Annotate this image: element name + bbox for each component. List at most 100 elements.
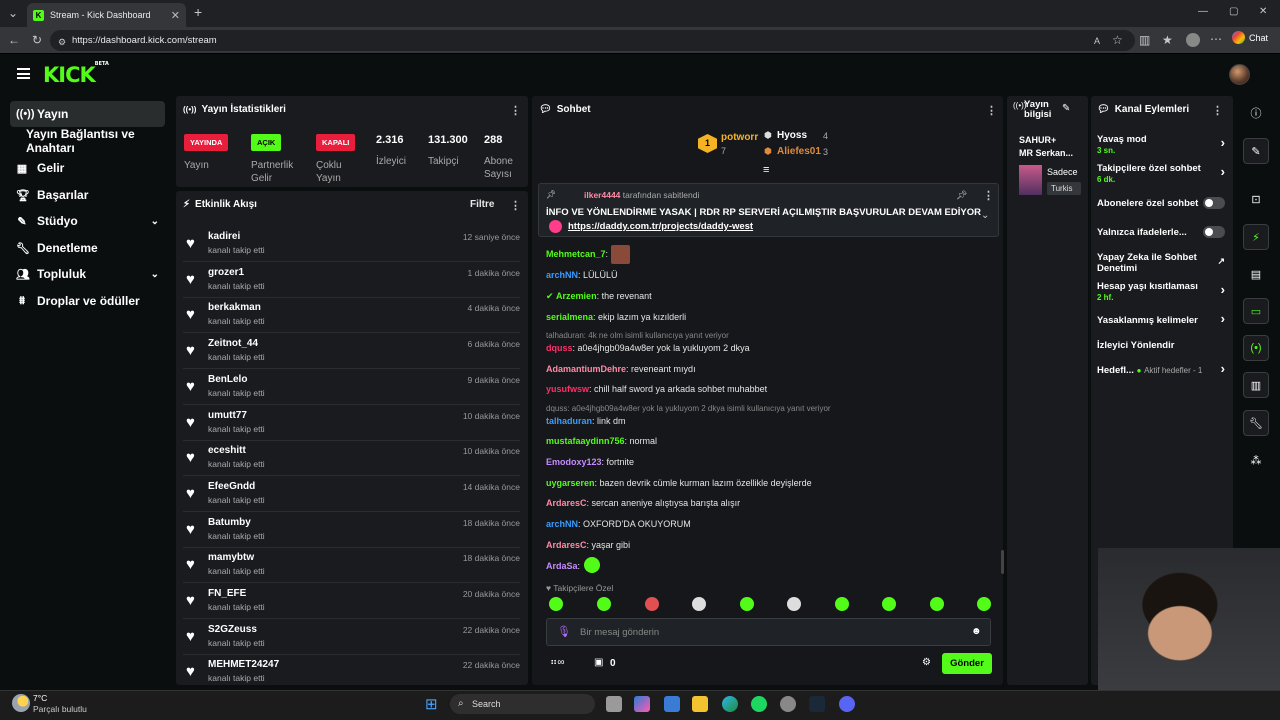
activity-username[interactable]: BenLelo [208,374,247,385]
profile-icon[interactable] [1186,33,1200,47]
spotify-icon[interactable] [751,696,767,712]
kick-logo[interactable]: KICKBETA [43,61,109,87]
sidebar-item-denetleme[interactable]: 🔧︎ Denetleme [10,235,165,261]
obs-icon[interactable] [780,696,796,712]
sidebar-item-gelir[interactable]: ▦ Gelir [10,155,165,181]
emote-icon[interactable] [645,597,659,611]
activity-username[interactable]: grozer1 [208,267,244,278]
chat-username[interactable]: archNN [546,519,578,529]
edit-stream-icon[interactable]: ✎ [1062,103,1070,114]
close-tab-icon[interactable]: ✕ [171,9,180,22]
copilot-chat-button[interactable]: Chat [1232,31,1268,44]
discord-icon[interactable] [839,696,855,712]
emote-icon[interactable] [740,597,754,611]
favorite-icon[interactable]: ☆ [1112,34,1123,46]
third-gifter-name[interactable]: Aliefes01 [777,146,821,157]
minimize-icon[interactable]: — [1198,6,1208,18]
chat-username[interactable]: Mehmetcan_7 [546,249,606,259]
emote-icon[interactable] [977,597,991,611]
sidebar-item-topluluk[interactable]: 👥︎ Topluluk ⌄ [10,261,165,287]
sidebar-item-stream-key[interactable]: Yayın Bağlantısı ve Anahtarı [10,127,165,155]
emote-icon[interactable] [930,597,944,611]
subscribers-only-toggle[interactable] [1203,197,1225,209]
screenshot-icon[interactable]: ⊡ [1243,186,1269,212]
emote-icon[interactable] [882,597,896,611]
expand-leaderboard-icon[interactable]: ≡ [763,164,769,176]
activity-menu-icon[interactable]: ⋮ [510,199,521,212]
edge-icon[interactable] [722,696,738,712]
activity-username[interactable]: umutt77 [208,410,247,421]
activity-username[interactable]: EfeeGndd [208,481,255,492]
split-screen-icon[interactable]: ▥ [1139,34,1150,46]
activity-username[interactable]: S2GZeuss [208,624,257,635]
menu-icon[interactable] [17,68,30,79]
points-icon[interactable]: ⠶∞ [550,657,564,668]
taskbar-search[interactable]: Search [450,694,595,714]
banned-words-action[interactable]: Yasaklanmış kelimeler › [1097,312,1227,326]
activity-username[interactable]: berkakman [208,302,261,313]
notes-icon[interactable]: ▤ [1243,261,1269,287]
emote-icon[interactable] [835,597,849,611]
top-gifter-name[interactable]: potworr [721,132,758,143]
chat-username[interactable]: archNN [546,270,578,280]
windows-start-icon[interactable]: ⊞ [425,695,438,713]
activity-username[interactable]: mamybtw [208,552,254,563]
raid-action[interactable]: İzleyici Yönlendir [1097,340,1227,351]
chat-toggle-icon[interactable]: ▭ [1243,298,1269,324]
chat-username[interactable]: ArdaresC [546,498,587,508]
back-icon[interactable]: ← [8,34,20,46]
filter-button[interactable]: Filtre [470,199,494,210]
sidebar-item-yayin[interactable]: ((•)) Yayın [10,101,165,127]
drops-icon[interactable]: ⁂ [1243,447,1269,473]
unpin-icon[interactable]: 📌︎ [956,190,967,201]
chat-username[interactable]: talhaduran [546,416,592,426]
channel-actions-menu-icon[interactable]: ⋮ [1212,104,1223,117]
new-tab-icon[interactable]: + [194,5,202,19]
second-gifter-name[interactable]: Hyoss [777,130,807,141]
sidebar-item-studyo[interactable]: ✎ Stüdyo ⌄ [10,208,165,234]
activity-username[interactable]: MEHMET24247 [208,659,279,670]
url-input[interactable]: https://dashboard.kick.com/stream [50,30,1135,51]
store-icon[interactable]: ▣ [594,657,603,668]
pinned-link[interactable]: https://daddy.com.tr/projects/daddy-west [568,221,753,232]
activity-username[interactable]: Zeitnot_44 [208,338,258,349]
emoji-icon[interactable]: ☻ [971,626,982,637]
chat-username[interactable]: mustafaaydinn756 [546,436,625,446]
file-explorer-icon[interactable] [692,696,708,712]
slow-mode-action[interactable]: Yavaş mod 3 sn. › [1097,134,1227,156]
account-age-action[interactable]: Hesap yaşı kısıtlaması 2 hf. › [1097,281,1227,303]
edit-icon[interactable]: ✎ [1243,138,1269,164]
activity-username[interactable]: FN_EFE [208,588,246,599]
steam-icon[interactable] [809,696,825,712]
chat-username[interactable]: dquss [546,343,573,353]
chat-username[interactable]: ArdaresC [546,540,587,550]
broadcast-toggle-icon[interactable]: (•) [1243,335,1269,361]
emote-icon[interactable] [692,597,706,611]
chat-settings-icon[interactable]: ⚙ [922,657,931,668]
send-button[interactable]: Gönder [942,653,992,674]
read-aloud-icon[interactable]: A [1094,35,1100,47]
activity-username[interactable]: eceshitt [208,445,246,456]
site-info-icon[interactable]: ⚙ [58,36,66,48]
chat-username[interactable]: uygarseren [546,478,595,488]
subscribers-only-action[interactable]: Abonelere özel sohbet [1097,197,1227,209]
ai-moderation-action[interactable]: Yapay Zeka ile Sohbet Denetimi ↗ [1097,252,1225,274]
emote-icon[interactable] [549,597,563,611]
chat-menu-icon[interactable]: ⋮ [986,104,997,117]
followers-only-action[interactable]: Takipçilere özel sohbet 6 dk. › [1097,163,1227,185]
close-window-icon[interactable]: ✕ [1259,6,1267,18]
maximize-icon[interactable]: ▢ [1229,6,1238,18]
task-view-icon[interactable] [606,696,622,712]
moderation-tool-icon[interactable]: 🔧︎ [1243,410,1269,436]
chat-username[interactable]: serialmena [546,312,593,322]
goals-action[interactable]: Hedefl... ● Aktif hedefler - 1 › [1097,362,1227,376]
weather-icon[interactable] [12,694,30,712]
activity-username[interactable]: Batumby [208,517,251,528]
chat-username[interactable]: Emodoxy123 [546,457,602,467]
pinned-menu-icon[interactable]: ⋮ [983,189,994,202]
activity-icon[interactable]: ⚡︎ [1243,224,1269,250]
emotes-only-toggle[interactable] [1203,226,1225,238]
sidebar-item-basarilar[interactable]: 🏆︎ Başarılar [10,182,165,208]
sidebar-item-droplar[interactable]: ⩩ Droplar ve ödüller [10,288,165,314]
chat-username[interactable]: ArdaSa [546,561,578,571]
